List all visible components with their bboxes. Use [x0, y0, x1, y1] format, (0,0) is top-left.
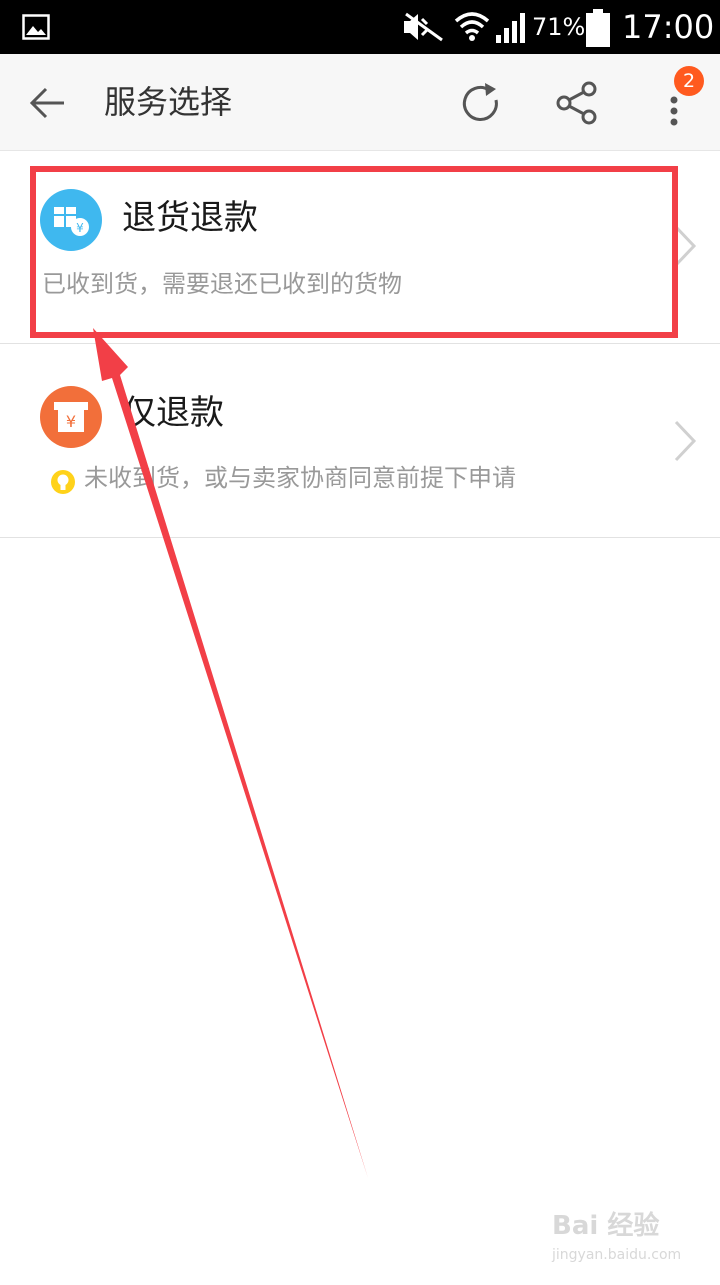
watermark-logo-text: Bai 经验: [552, 1211, 660, 1241]
signal-icon: [496, 13, 525, 43]
battery-icon: [586, 9, 610, 47]
notification-badge: 2: [674, 66, 704, 96]
option-description: 已收到货，需要退还已收到的货物: [42, 270, 402, 298]
mute-icon: [404, 12, 443, 42]
return-goods-icon: ¥: [40, 189, 102, 251]
option-title: 退货退款: [122, 198, 258, 238]
option-title: 仅退款: [122, 393, 224, 433]
back-button[interactable]: [22, 80, 72, 126]
chevron-right-icon: [674, 420, 697, 462]
option-description: 未收到货，或与卖家协商同意前提下申请: [84, 464, 516, 492]
back-arrow-icon: [29, 87, 64, 119]
lightbulb-icon: [51, 470, 75, 494]
refresh-icon: [462, 83, 498, 121]
refresh-button[interactable]: [456, 78, 506, 128]
battery-percentage: 71%: [532, 13, 586, 41]
wifi-icon: [454, 12, 490, 41]
svg-text:¥: ¥: [76, 221, 84, 235]
page-title: 服务选择: [104, 83, 233, 121]
share-button[interactable]: [552, 78, 602, 128]
app-bar: 服务选择 2: [0, 54, 720, 151]
share-icon: [556, 81, 597, 125]
watermark: Bai 经验 jingyan.baidu.com: [552, 1210, 702, 1274]
chevron-right-icon: [674, 225, 697, 267]
gallery-icon: [22, 14, 50, 40]
clock: 17:00: [622, 8, 715, 46]
watermark-url: jingyan.baidu.com: [552, 1247, 682, 1263]
svg-text:¥: ¥: [66, 412, 76, 431]
option-return-and-refund[interactable]: ¥ 退货退款 已收到货，需要退还已收到的货物: [0, 151, 720, 344]
status-bar: 71% 17:00: [0, 0, 720, 54]
refund-only-icon: ¥: [40, 386, 102, 448]
option-refund-only[interactable]: ¥ 仅退款 未收到货，或与卖家协商同意前提下申请: [0, 344, 720, 538]
